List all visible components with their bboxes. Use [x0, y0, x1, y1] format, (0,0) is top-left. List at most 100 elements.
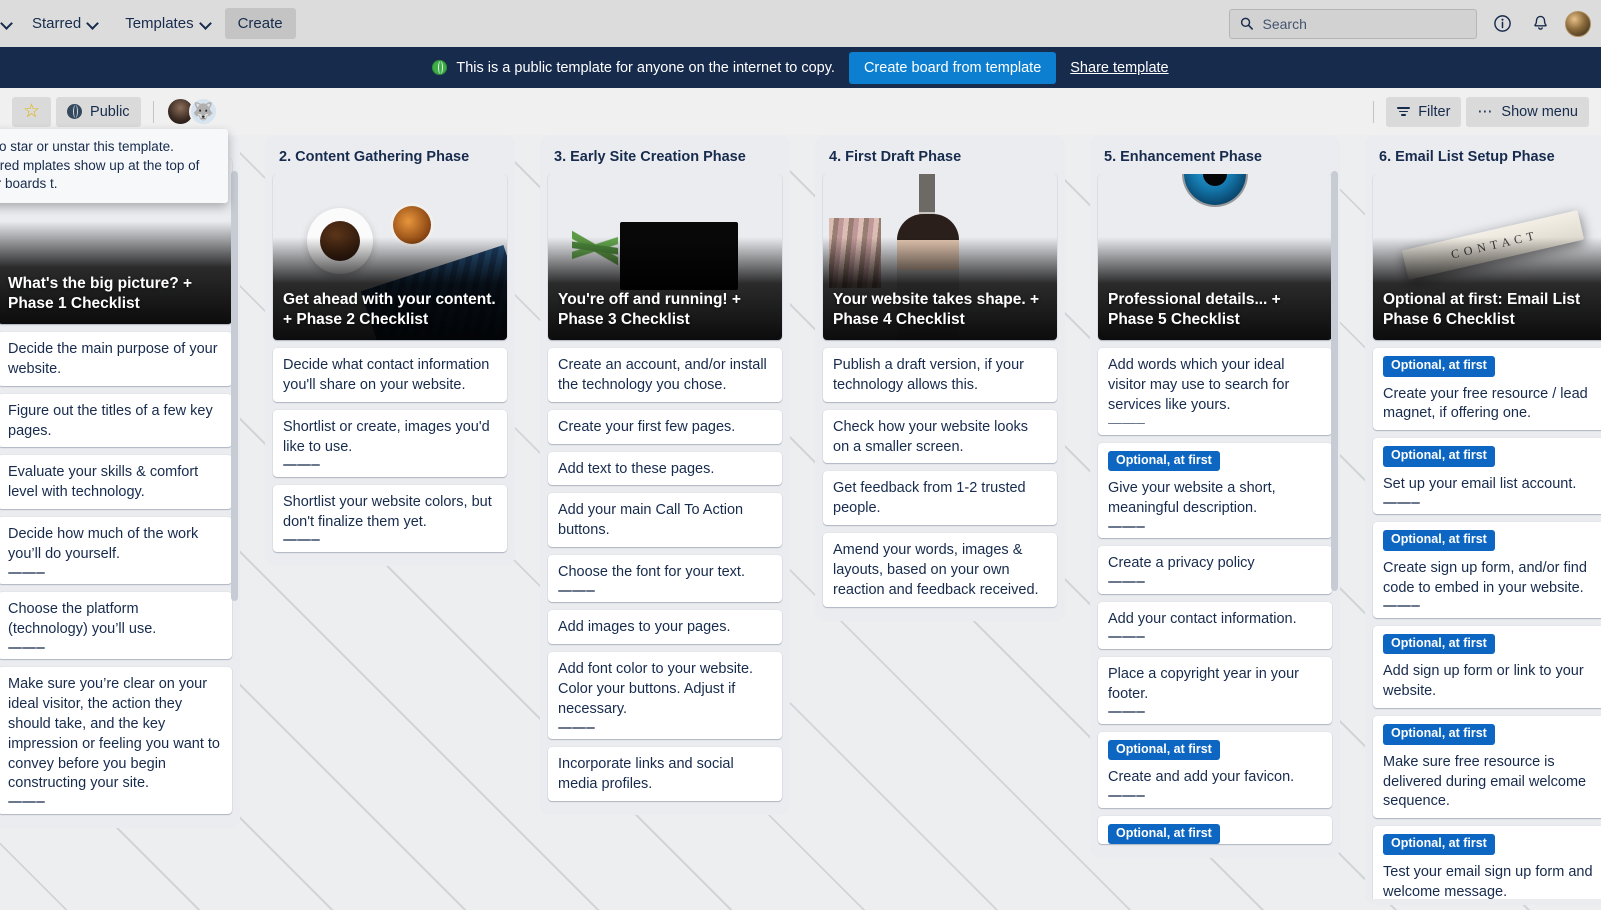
board-list: 2. Content Gathering PhaseGet ahead with… [265, 135, 515, 566]
filter-button[interactable]: Filter [1386, 97, 1461, 127]
board-card[interactable]: Incorporate links and social media profi… [548, 747, 782, 801]
card-label[interactable]: Optional, at first [1383, 724, 1495, 745]
list-scrollbar[interactable] [1331, 171, 1338, 591]
list-title[interactable]: 6. Email List Setup Phase [1369, 143, 1601, 174]
info-button[interactable] [1489, 11, 1515, 37]
board-card[interactable]: Optional, at firstAdd sign up form or li… [1373, 626, 1601, 708]
star-tooltip: ick to star or unstar this template. Sta… [0, 129, 228, 203]
board-card[interactable]: Optional, at firstTest your email sign u… [1373, 826, 1601, 899]
list-scrollbar[interactable] [231, 171, 238, 601]
card-title: Make sure free resource is delivered dur… [1373, 745, 1601, 819]
board-card[interactable]: Add your contact information. [1098, 602, 1332, 649]
card-label[interactable]: Optional, at first [1383, 634, 1495, 655]
card-title: Get feedback from 1-2 trusted people. [823, 471, 1057, 525]
card-label[interactable]: Optional, at first [1108, 824, 1220, 845]
board-card[interactable]: Optional, at firstCreate sign up form, a… [1373, 522, 1601, 618]
create-button-label: Create [238, 15, 283, 32]
board-card[interactable]: Decide what contact information you'll s… [273, 348, 507, 402]
board-card[interactable]: Add font color to your website. Color yo… [548, 652, 782, 739]
banner-message: This is a public template for anyone on … [456, 60, 835, 76]
templates-menu-button[interactable]: Templates [112, 8, 224, 39]
card-label[interactable]: Optional, at first [1383, 834, 1495, 855]
card-badges [0, 646, 232, 659]
board-canvas: What's the big picture? + Phase 1 Checkl… [0, 135, 1601, 910]
card-badges [0, 571, 232, 584]
board-card[interactable]: Evaluate your skills & comfort level wit… [0, 455, 232, 509]
board-card[interactable]: Optional, at first [1098, 816, 1332, 845]
board-card[interactable]: Amend your words, images & layouts, base… [823, 533, 1057, 607]
board-card[interactable]: Create an account, and/or install the te… [548, 348, 782, 402]
list-cards-container: What's the big picture? + Phase 1 Checkl… [0, 158, 236, 822]
description-icon [1108, 526, 1145, 530]
cover-card-title: Professional details... + Phase 5 Checkl… [1108, 290, 1322, 330]
cover-card-title: Your website takes shape. + Phase 4 Chec… [833, 290, 1047, 330]
list-title[interactable]: 2. Content Gathering Phase [269, 143, 511, 174]
cover-card[interactable]: Get ahead with your content. + Phase 2 C… [273, 174, 507, 340]
board-card[interactable]: Optional, at firstMake sure free resourc… [1373, 716, 1601, 818]
cover-card[interactable]: Your website takes shape. + Phase 4 Chec… [823, 174, 1057, 340]
board-card[interactable]: Add text to these pages. [548, 452, 782, 486]
board-card[interactable]: Add images to your pages. [548, 610, 782, 644]
board-card[interactable]: Add words which your ideal visitor may u… [1098, 348, 1332, 435]
board-card[interactable]: Create a privacy policy [1098, 546, 1332, 593]
star-board-button[interactable]: ☆ [12, 97, 51, 127]
board-card[interactable]: Place a copyright year in your footer. [1098, 657, 1332, 724]
board-list: 4. First Draft Phase Your website takes s… [815, 135, 1065, 621]
board-card[interactable]: Figure out the titles of a few key pages… [0, 394, 232, 448]
board-list: What's the big picture? + Phase 1 Checkl… [0, 135, 240, 828]
filter-label: Filter [1418, 104, 1450, 120]
top-nav-left-group: Starred Templates Create [0, 8, 296, 39]
list-title[interactable]: 3. Early Site Creation Phase [544, 143, 786, 174]
board-card[interactable]: Optional, at firstCreate and add your fa… [1098, 732, 1332, 808]
board-card[interactable]: Create your first few pages. [548, 410, 782, 444]
board-card[interactable]: Optional, at firstGive your website a sh… [1098, 443, 1332, 539]
card-label[interactable]: Optional, at first [1383, 356, 1495, 377]
cover-card[interactable]: Professional details... + Phase 5 Checkl… [1098, 174, 1332, 340]
card-label[interactable]: Optional, at first [1108, 451, 1220, 472]
cover-card[interactable]: C O N T A C TOptional at first: Email Li… [1373, 174, 1601, 340]
search-box[interactable] [1229, 9, 1477, 39]
card-label[interactable]: Optional, at first [1108, 740, 1220, 761]
top-nav-right-group [1229, 9, 1591, 39]
board-card[interactable]: Optional, at firstSet up your email list… [1373, 438, 1601, 514]
workspace-switcher-button[interactable] [0, 11, 19, 36]
board-card[interactable]: Choose the font for your text. [548, 555, 782, 602]
board-card[interactable]: Shortlist or create, images you'd like t… [273, 410, 507, 477]
card-label[interactable]: Optional, at first [1383, 446, 1495, 467]
board-card[interactable]: Choose the platform (technology) you’ll … [0, 592, 232, 659]
board-card[interactable]: Optional, at firstCreate your free resou… [1373, 348, 1601, 430]
board-visibility-button[interactable]: Public [56, 97, 141, 127]
list-title[interactable]: 4. First Draft Phase [819, 143, 1061, 174]
notifications-button[interactable] [1527, 11, 1553, 37]
share-template-link[interactable]: Share template [1070, 60, 1168, 76]
list-cards-container: C O N T A C TOptional at first: Email Li… [1369, 174, 1601, 899]
cover-card[interactable]: You're off and running! + Phase 3 Checkl… [548, 174, 782, 340]
board-header-left: ☆ Public [12, 97, 218, 127]
starred-menu-button[interactable]: Starred [19, 8, 112, 39]
board-card[interactable]: Shortlist your website colors, but don't… [273, 485, 507, 552]
card-badges [273, 538, 507, 551]
board-card[interactable]: Check how your website looks on a smalle… [823, 410, 1057, 464]
description-icon [1383, 502, 1420, 506]
card-badges [1098, 580, 1332, 593]
user-avatar[interactable] [1565, 11, 1591, 37]
star-icon: ☆ [23, 102, 40, 121]
member-avatar[interactable] [189, 97, 218, 126]
create-board-from-template-button[interactable]: Create board from template [849, 52, 1056, 84]
card-badges [1098, 635, 1332, 648]
search-input[interactable] [1263, 16, 1467, 32]
board-card[interactable]: Add your main Call To Action buttons. [548, 493, 782, 547]
list-title[interactable]: 5. Enhancement Phase [1094, 143, 1336, 174]
card-label[interactable]: Optional, at first [1383, 530, 1495, 551]
card-title: Publish a draft version, if your technol… [823, 348, 1057, 402]
board-card[interactable]: Decide the main purpose of your website. [0, 332, 232, 386]
create-button[interactable]: Create [225, 8, 296, 39]
board-card[interactable]: Decide how much of the work you’ll do yo… [0, 517, 232, 584]
card-badges [548, 589, 782, 602]
starred-menu-label: Starred [32, 15, 81, 32]
card-title: Create and add your favicon. [1098, 760, 1332, 794]
show-menu-button[interactable]: ⋯ Show menu [1466, 97, 1589, 127]
board-card[interactable]: Get feedback from 1-2 trusted people. [823, 471, 1057, 525]
board-card[interactable]: Publish a draft version, if your technol… [823, 348, 1057, 402]
board-card[interactable]: Make sure you’re clear on your ideal vis… [0, 667, 232, 813]
